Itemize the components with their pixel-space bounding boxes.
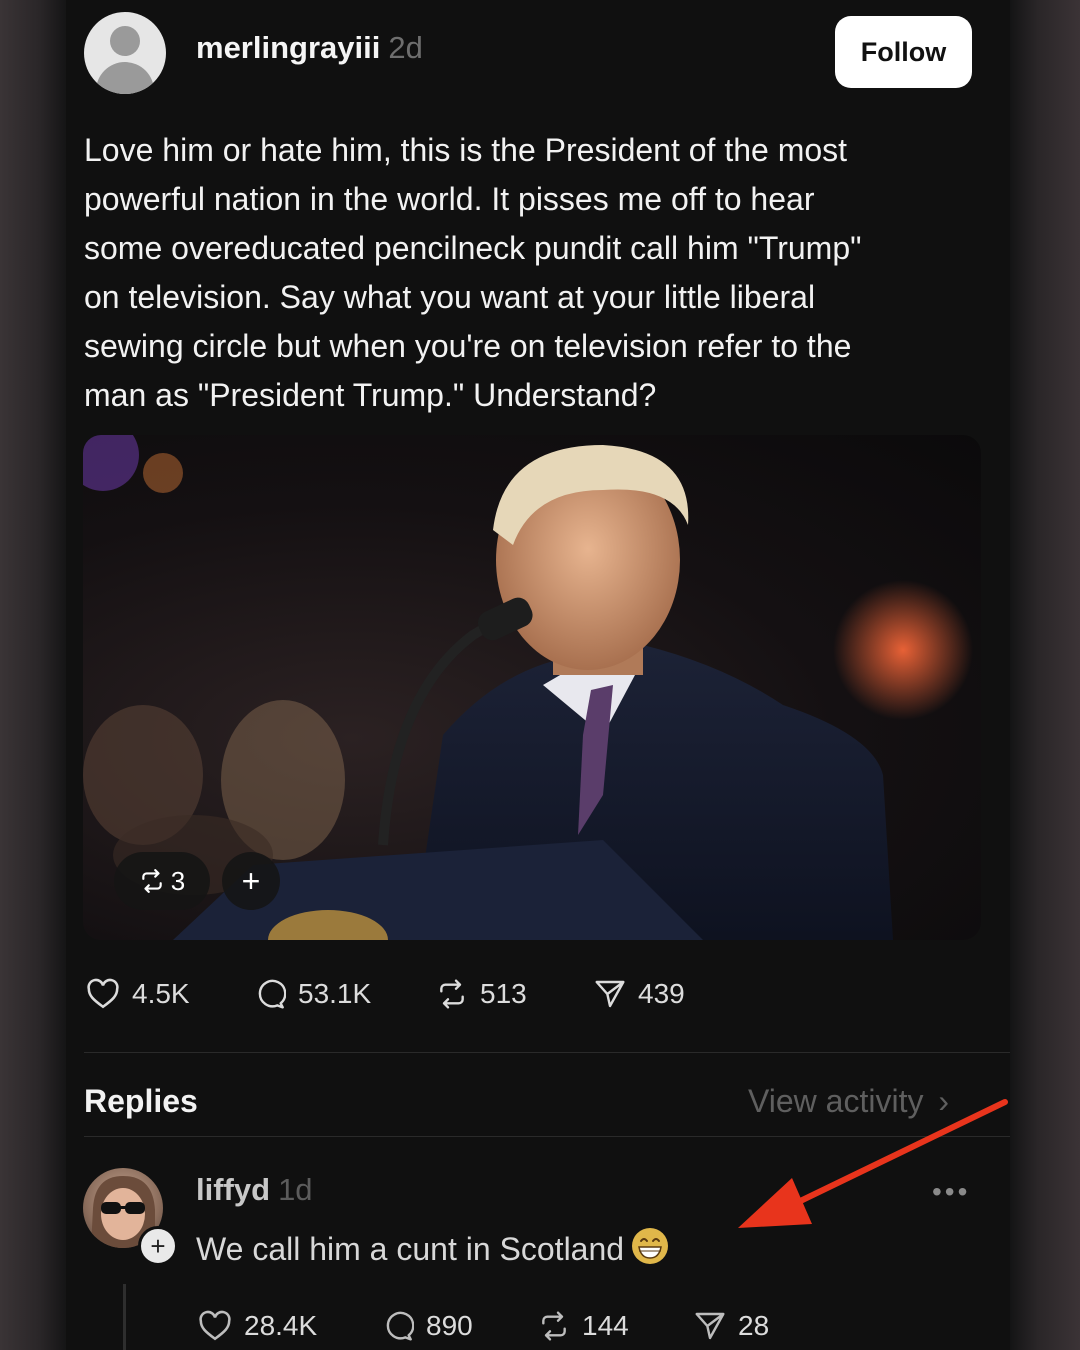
reply-count: 53.1K xyxy=(298,978,372,1009)
share-count: 439 xyxy=(638,978,685,1009)
reply-text: We call him a cunt in Scotland xyxy=(196,1231,625,1267)
divider xyxy=(84,1136,1010,1137)
reply-like-count: 28.4K xyxy=(244,1310,318,1341)
comment-icon xyxy=(386,1311,414,1341)
left-backdrop xyxy=(0,0,66,1350)
post-screen: merlingrayiii 2d Follow Love him or hate … xyxy=(66,0,1010,1350)
share-icon xyxy=(695,1312,725,1340)
photo-illustration xyxy=(83,435,973,940)
share-button[interactable]: 439 xyxy=(594,978,685,1010)
more-options-icon[interactable]: ••• xyxy=(932,1176,970,1208)
like-count: 4.5K xyxy=(132,978,190,1009)
grin-emoji xyxy=(632,1228,669,1264)
repost-icon xyxy=(542,1311,566,1341)
repost-count: 513 xyxy=(480,978,527,1009)
thread-line xyxy=(123,1284,126,1350)
reply-author-line: liffyd 1d xyxy=(196,1172,313,1208)
reply-username[interactable]: liffyd xyxy=(196,1172,270,1207)
reply-repost-button[interactable]: 144 xyxy=(538,1310,629,1342)
view-activity-label: View activity xyxy=(748,1083,924,1119)
like-button[interactable]: 4.5K xyxy=(86,978,190,1010)
heart-icon xyxy=(199,1310,231,1341)
reply-text-line: We call him a cunt in Scotland xyxy=(196,1226,670,1268)
repost-button[interactable]: 513 xyxy=(436,978,527,1010)
replies-heading: Replies xyxy=(84,1083,198,1119)
right-backdrop xyxy=(1010,0,1080,1350)
author-avatar[interactable] xyxy=(84,12,166,94)
reply-repost-count: 144 xyxy=(582,1310,629,1341)
comment-icon xyxy=(258,979,286,1009)
heart-icon xyxy=(87,978,119,1009)
reply-share-button[interactable]: 28 xyxy=(694,1310,769,1342)
post-photo[interactable] xyxy=(83,435,981,940)
post-time: 2d xyxy=(388,30,423,65)
reply-reply-count: 890 xyxy=(426,1310,473,1341)
author-username[interactable]: merlingrayiii xyxy=(196,30,380,65)
share-icon xyxy=(595,980,625,1008)
repost-icon xyxy=(142,869,162,893)
media-repost-chip[interactable]: 3 xyxy=(114,852,210,910)
repost-icon xyxy=(440,979,464,1009)
media-add-button[interactable]: + xyxy=(222,852,280,910)
post-text: Love him or hate him, this is the Presid… xyxy=(84,132,862,413)
author-line: merlingrayiii 2d xyxy=(196,30,423,66)
reply-reply-button[interactable]: 890 xyxy=(382,1310,473,1342)
reply-like-button[interactable]: 28.4K xyxy=(198,1310,317,1342)
reply-share-count: 28 xyxy=(738,1310,770,1341)
chevron-right-icon: › xyxy=(938,1083,950,1119)
follow-plus-icon[interactable]: + xyxy=(138,1226,178,1266)
reply-time: 1d xyxy=(278,1172,313,1207)
media-repost-count: 3 xyxy=(170,865,186,896)
reply-button[interactable]: 53.1K xyxy=(254,978,371,1010)
follow-button[interactable]: Follow xyxy=(835,16,972,88)
view-activity-link[interactable]: View activity › xyxy=(748,1083,949,1120)
divider xyxy=(84,1052,1010,1053)
